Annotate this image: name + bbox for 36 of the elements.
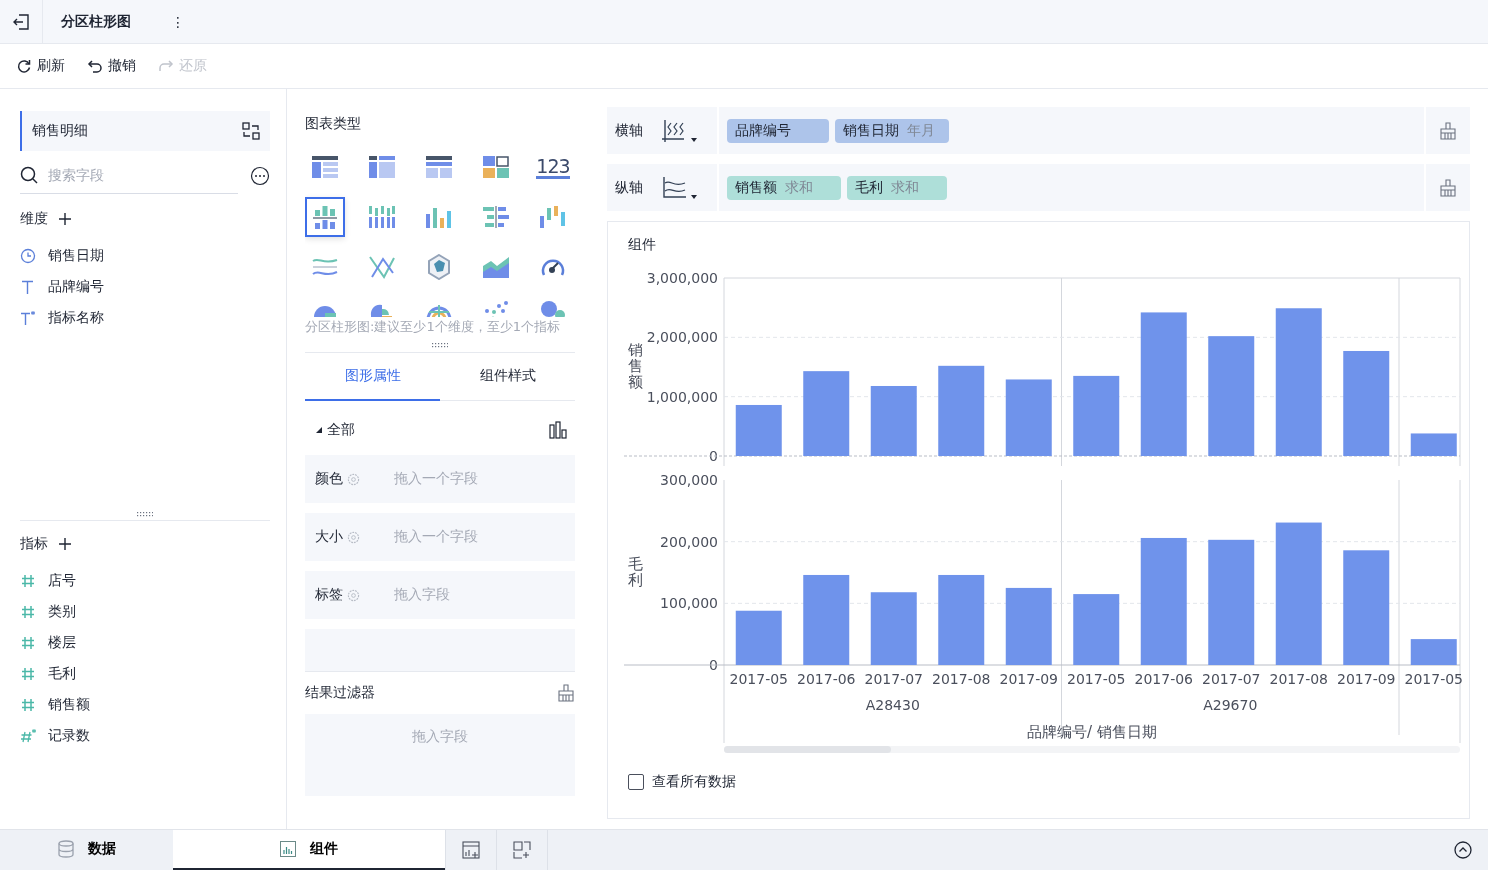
- y-tick-label: 0: [709, 448, 718, 464]
- y-tick-label: 1,000,000: [646, 388, 718, 405]
- group-label: A29670: [1203, 697, 1258, 713]
- y-tick-label: 0: [709, 657, 718, 673]
- group-label: A28430: [865, 697, 920, 713]
- axis-label: 横轴: [615, 121, 643, 140]
- section-title: 结果过滤器: [305, 684, 375, 702]
- x-tick-label: 2017-09: [999, 671, 1058, 687]
- x-tick-label: 2017-08: [932, 671, 991, 687]
- y-axis-title: 销售额: [627, 341, 643, 391]
- y-tick-label: 3,000,000: [646, 270, 718, 286]
- widget-title: 组件: [628, 236, 657, 254]
- x-tick-label: 2017-07: [1202, 671, 1261, 687]
- section-title: 指标: [20, 535, 48, 553]
- page-title: 分区柱形图: [61, 12, 131, 31]
- y-tick-label: 100,000: [660, 595, 718, 612]
- axis-label: 纵轴: [615, 178, 643, 197]
- x-tick-label: 2017-05: [1404, 671, 1463, 687]
- y-tick-label: 300,000: [660, 472, 718, 488]
- x-tick-label: 2017-06: [1134, 671, 1193, 687]
- checkbox-label: 查看所有数据: [652, 773, 736, 791]
- y-tick-label: 200,000: [660, 533, 718, 550]
- section-title: 图表类型: [305, 115, 362, 133]
- x-tick-label: 2017-06: [797, 671, 856, 687]
- group-title: 全部: [327, 421, 355, 439]
- x-tick-label: 2017-09: [1337, 671, 1396, 687]
- hint-text: 分区柱形图:建议至少1个维度，至少1个指标: [305, 318, 561, 336]
- number-chart-label: 123: [536, 155, 570, 179]
- y-tick-label: 2,000,000: [646, 329, 718, 346]
- x-tick-label: 2017-05: [1067, 671, 1126, 687]
- x-tick-label: 2017-07: [864, 671, 923, 687]
- y-axis-title: 毛利: [627, 554, 643, 589]
- x-tick-label: 2017-08: [1269, 671, 1328, 687]
- section-title: 维度: [20, 210, 48, 228]
- x-axis-title: 品牌编号/ 销售日期: [1027, 723, 1157, 741]
- x-tick-label: 2017-05: [729, 671, 788, 687]
